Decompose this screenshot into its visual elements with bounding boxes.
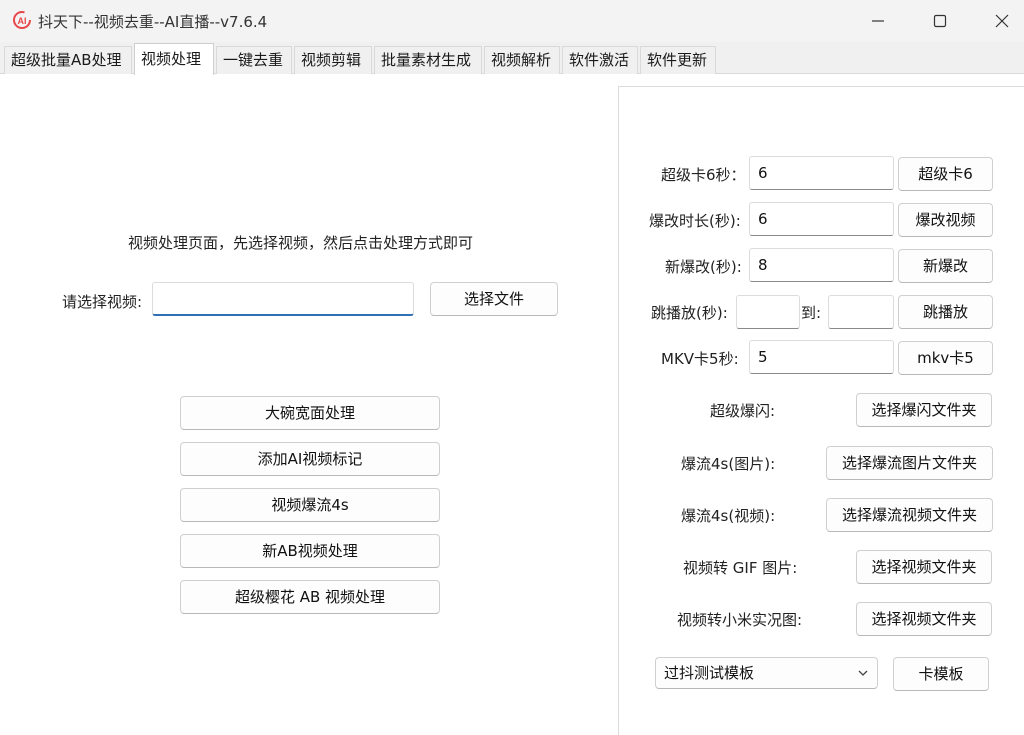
- to-gif-label: 视频转 GIF 图片:: [683, 559, 798, 577]
- settings-panel: 超级卡6秒： 超级卡6 爆改时长(秒): 爆改视频 新爆改(秒): 新爆改 跳播…: [618, 86, 1024, 735]
- choose-flow-image-folder-button[interactable]: 选择爆流图片文件夹: [826, 446, 993, 480]
- skip-play-to-label: 到:: [801, 304, 822, 322]
- choose-xiaomi-video-folder-button[interactable]: 选择视频文件夹: [856, 602, 992, 636]
- new-ab-process-button[interactable]: 新AB视频处理: [180, 534, 440, 568]
- mkv-card-button[interactable]: mkv卡5: [898, 341, 993, 375]
- skip-play-label: 跳播放(秒):: [651, 304, 728, 322]
- tab-video-parse[interactable]: 视频解析: [484, 46, 560, 74]
- instruction-text: 视频处理页面，先选择视频，然后点击处理方式即可: [128, 234, 474, 252]
- title-bar: AI 抖天下--视频去重--AI直播--v7.6.4: [0, 0, 1024, 42]
- video-processing-panel: 视频处理页面，先选择视频，然后点击处理方式即可 请选择视频: 选择文件 大碗宽面…: [0, 74, 618, 735]
- tab-content: 视频处理页面，先选择视频，然后点击处理方式即可 请选择视频: 选择文件 大碗宽面…: [0, 74, 1024, 735]
- choose-file-button[interactable]: 选择文件: [430, 282, 558, 316]
- choose-flow-video-folder-button[interactable]: 选择爆流视频文件夹: [826, 498, 993, 532]
- close-icon: [995, 14, 1009, 28]
- tab-software-update[interactable]: 软件更新: [640, 46, 716, 74]
- choose-flash-folder-button[interactable]: 选择爆闪文件夹: [856, 393, 992, 427]
- window-title: 抖天下--视频去重--AI直播--v7.6.4: [38, 13, 268, 31]
- close-button[interactable]: [988, 8, 1016, 34]
- flow-video-label: 爆流4s(视频):: [681, 507, 776, 525]
- burst-duration-label: 爆改时长(秒):: [649, 212, 741, 230]
- mkv-card-input[interactable]: [749, 340, 894, 374]
- tab-bar: 超级批量AB处理 视频处理 一键去重 视频剪辑 批量素材生成 视频解析 软件激活…: [0, 42, 1024, 75]
- template-select-value: 过抖测试模板: [664, 664, 755, 682]
- super-card-button[interactable]: 超级卡6: [898, 157, 993, 191]
- template-select[interactable]: 过抖测试模板: [655, 657, 878, 689]
- wide-noodle-process-button[interactable]: 大碗宽面处理: [180, 396, 440, 430]
- video-burst-4s-button[interactable]: 视频爆流4s: [180, 488, 440, 522]
- svg-text:AI: AI: [18, 16, 27, 26]
- maximize-icon: [933, 14, 947, 28]
- choose-gif-video-folder-button[interactable]: 选择视频文件夹: [856, 550, 992, 584]
- tab-video-processing[interactable]: 视频处理: [134, 43, 214, 75]
- skip-play-button[interactable]: 跳播放: [898, 295, 993, 329]
- video-path-input[interactable]: [152, 282, 414, 316]
- minimize-button[interactable]: [864, 8, 892, 34]
- flow-image-label: 爆流4s(图片):: [681, 455, 776, 473]
- new-burst-label: 新爆改(秒):: [665, 258, 742, 276]
- to-xiaomi-label: 视频转小米实况图:: [677, 611, 803, 629]
- ai-logo-icon: AI: [13, 11, 31, 29]
- new-burst-input[interactable]: [749, 248, 894, 282]
- mkv-card-label: MKV卡5秒:: [661, 350, 739, 368]
- new-burst-button[interactable]: 新爆改: [898, 249, 993, 283]
- burst-duration-input[interactable]: [749, 202, 894, 236]
- super-card-label: 超级卡6秒：: [661, 166, 746, 184]
- tab-batch-material[interactable]: 批量素材生成: [374, 46, 482, 74]
- maximize-button[interactable]: [926, 8, 954, 34]
- super-flash-label: 超级爆闪:: [710, 402, 776, 420]
- tab-video-editing[interactable]: 视频剪辑: [294, 46, 372, 74]
- tab-super-batch-ab[interactable]: 超级批量AB处理: [4, 46, 132, 74]
- add-ai-mark-button[interactable]: 添加AI视频标记: [180, 442, 440, 476]
- sakura-ab-process-button[interactable]: 超级樱花 AB 视频处理: [180, 580, 440, 614]
- skip-play-to-input[interactable]: [828, 295, 894, 329]
- card-template-button[interactable]: 卡模板: [893, 657, 989, 691]
- tab-one-click-dedup[interactable]: 一键去重: [216, 46, 292, 74]
- select-video-label: 请选择视频:: [62, 293, 143, 311]
- tab-software-activation[interactable]: 软件激活: [562, 46, 638, 74]
- skip-play-from-input[interactable]: [736, 295, 800, 329]
- super-card-input[interactable]: [749, 156, 894, 190]
- chevron-down-icon: [858, 670, 868, 676]
- burst-video-button[interactable]: 爆改视频: [898, 203, 993, 237]
- minimize-icon: [872, 20, 884, 22]
